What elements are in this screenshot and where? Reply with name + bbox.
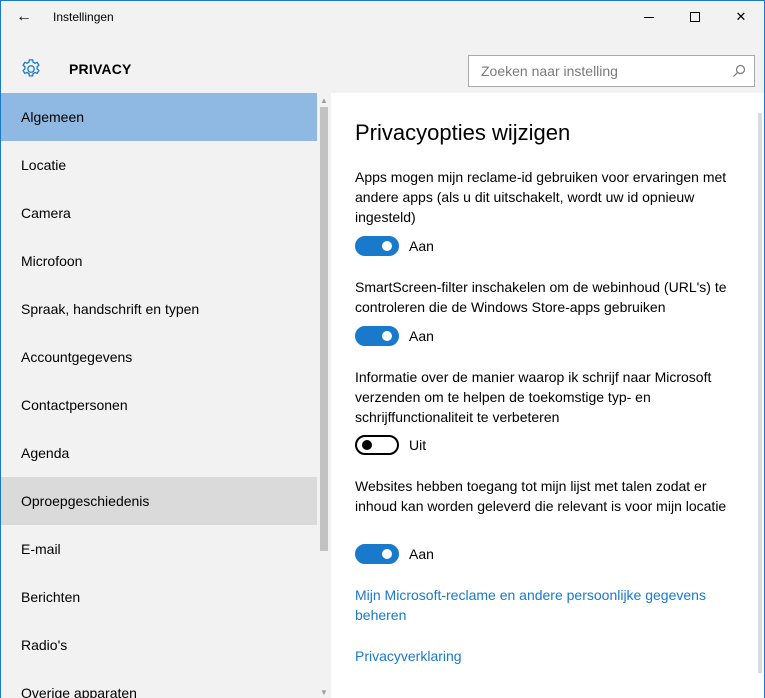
option-toggle-row: Aan	[355, 543, 434, 565]
content-scrollbar[interactable]	[756, 93, 764, 698]
sidebar-item-overige-apparaten[interactable]: Overige apparaten	[1, 669, 317, 698]
minimize-icon	[644, 16, 654, 18]
sidebar-item-berichten[interactable]: Berichten	[1, 573, 317, 621]
option-description: SmartScreen-filter inschakelen om de web…	[355, 279, 727, 315]
sidebar-scrollbar[interactable]: ▲ ▼	[317, 93, 331, 698]
sidebar-item-label: Spraak, handschrift en typen	[21, 301, 200, 317]
smartscreen-toggle[interactable]	[355, 326, 399, 346]
content-scroll-thumb[interactable]	[758, 113, 762, 673]
app-title: Instellingen	[53, 10, 114, 24]
minimize-button[interactable]	[626, 1, 672, 33]
sidebar-item-label: Accountgegevens	[21, 349, 133, 365]
option-toggle-row: Aan	[355, 235, 434, 257]
option-toggle-row: Aan	[355, 325, 434, 347]
maximize-icon	[690, 12, 700, 22]
languages-toggle[interactable]	[355, 544, 399, 564]
search-icon[interactable]	[724, 56, 754, 86]
toggle-state-label: Aan	[409, 546, 434, 562]
sidebar-item-oproepgeschiedenis[interactable]: Oproepgeschiedenis	[1, 477, 317, 525]
sidebar-item-email[interactable]: E-mail	[1, 525, 317, 573]
search-input[interactable]	[469, 56, 724, 86]
sidebar-item-radios[interactable]: Radio's	[1, 621, 317, 669]
sidebar-item-label: Algemeen	[21, 109, 85, 125]
page-header: PRIVACY	[1, 33, 764, 93]
option-description: Apps mogen mijn reclame-id gebruiken voo…	[355, 169, 727, 225]
toggle-knob	[382, 241, 392, 251]
search-box[interactable]	[468, 55, 755, 87]
close-button[interactable]: ✕	[718, 1, 764, 33]
toggle-knob	[382, 331, 392, 341]
close-icon: ✕	[735, 9, 747, 24]
option-description: Informatie over de manier waarop ik schr…	[355, 369, 712, 425]
window-controls: ✕	[626, 1, 764, 33]
settings-window: ← Instellingen ✕ PRIVACY Zoeken naar ins…	[0, 0, 765, 698]
sidebar-item-algemeen[interactable]: Algemeen	[1, 93, 317, 141]
toggle-state-label: Aan	[409, 238, 434, 254]
sidebar-item-label: Overige apparaten	[21, 685, 137, 698]
sidebar-item-camera[interactable]: Camera	[1, 189, 317, 237]
sidebar-item-label: Oproepgeschiedenis	[21, 493, 150, 509]
arrow-left-icon: ←	[16, 8, 32, 25]
sidebar-item-locatie[interactable]: Locatie	[1, 141, 317, 189]
sidebar-item-contactpersonen[interactable]: Contactpersonen	[1, 381, 317, 429]
sidebar-item-label: Camera	[21, 205, 71, 221]
scroll-down-icon[interactable]: ▼	[317, 685, 331, 698]
toggle-knob	[382, 549, 392, 559]
gear-icon	[22, 59, 40, 77]
title-bar: ← Instellingen ✕	[1, 1, 764, 33]
sidebar-item-microfoon[interactable]: Microfoon	[1, 237, 317, 285]
scroll-up-icon[interactable]: ▲	[317, 93, 331, 107]
sidebar-item-label: Contactpersonen	[21, 397, 128, 413]
back-button[interactable]: ←	[1, 1, 47, 33]
sidebar-item-label: Microfoon	[21, 253, 83, 269]
sidebar-item-label: Locatie	[21, 157, 67, 173]
sidebar-item-agenda[interactable]: Agenda	[1, 429, 317, 477]
toggle-state-label: Uit	[409, 437, 427, 453]
page-title: Privacyopties wijzigen	[355, 120, 571, 145]
option-toggle-row: Uit	[355, 434, 426, 456]
toggle-knob	[362, 440, 372, 450]
sidebar-item-spraak[interactable]: Spraak, handschrift en typen	[1, 285, 317, 333]
sidebar-item-accountgegevens[interactable]: Accountgegevens	[1, 333, 317, 381]
toggle-state-label: Aan	[409, 328, 434, 344]
typing-info-toggle[interactable]	[355, 435, 399, 455]
option-description: Websites hebben toegang tot mijn lijst m…	[355, 478, 727, 514]
section-title: PRIVACY	[69, 61, 132, 77]
maximize-button[interactable]	[672, 1, 718, 33]
sidebar: Algemeen Locatie Camera Microfoon Spraak…	[1, 93, 331, 698]
manage-ads-link[interactable]: Mijn Microsoft-reclame en andere persoon…	[355, 585, 745, 625]
reclame-id-toggle[interactable]	[355, 236, 399, 256]
sidebar-item-label: Agenda	[21, 445, 70, 461]
sidebar-item-label: E-mail	[21, 541, 61, 557]
privacy-statement-link[interactable]: Privacyverklaring	[355, 646, 745, 666]
sidebar-item-label: Berichten	[21, 589, 81, 605]
sidebar-item-label: Radio's	[21, 637, 68, 653]
scroll-thumb[interactable]	[320, 107, 328, 551]
main-content: Privacyopties wijzigen Apps mogen mijn r…	[331, 93, 764, 698]
